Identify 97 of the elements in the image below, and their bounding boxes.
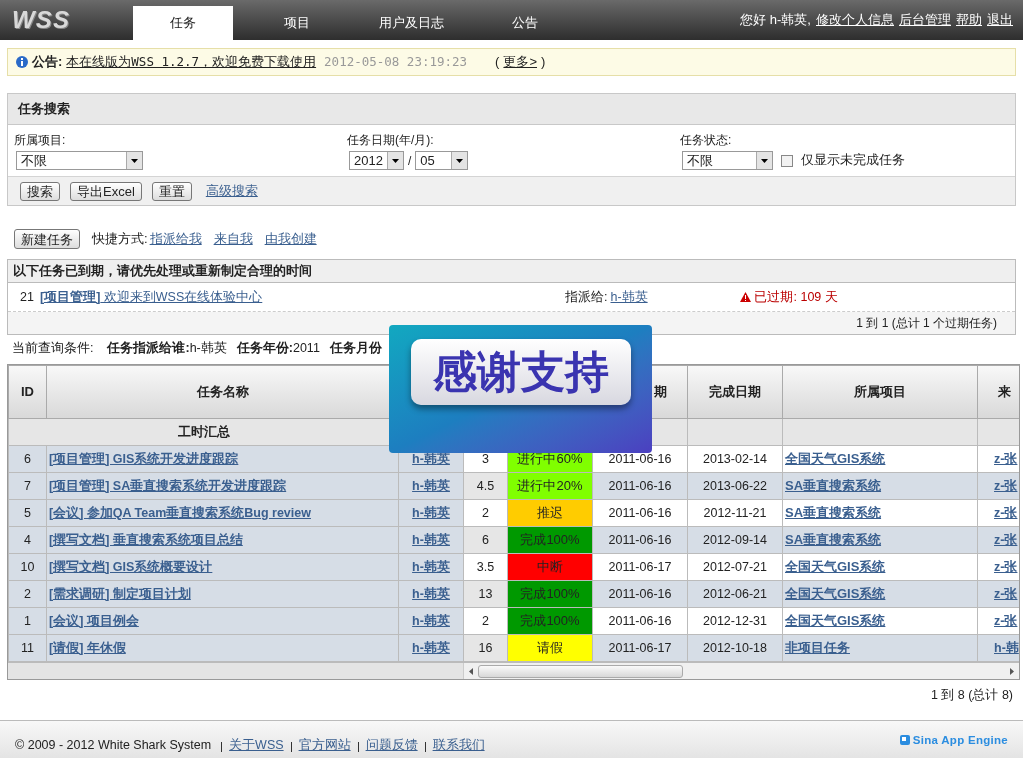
table-cell: 5 bbox=[8, 499, 47, 527]
greeting-text: 您好 h-韩英, bbox=[740, 11, 811, 30]
more-link[interactable]: 更多> bbox=[503, 52, 537, 72]
assign-label: 指派给: bbox=[565, 288, 608, 306]
scroll-thumb[interactable] bbox=[478, 664, 683, 678]
panel-title: 以下任务已到期，请优先处理或重新制定合理的时间 bbox=[13, 262, 312, 280]
year-select[interactable]: 2012 bbox=[349, 151, 404, 170]
table-cell: 2011-06-17 bbox=[592, 634, 688, 662]
table-cell: 2 bbox=[8, 580, 47, 608]
notice-link[interactable]: 本在线版为WSS 1.2.7，欢迎免费下载使用 bbox=[66, 52, 317, 72]
checkbox[interactable] bbox=[781, 154, 793, 167]
table-cell: 2012-09-14 bbox=[687, 526, 783, 554]
header-link[interactable]: 后台管理 bbox=[899, 10, 951, 30]
nav-tab[interactable]: 项目 bbox=[247, 6, 347, 40]
cloud-icon bbox=[899, 735, 910, 746]
notice-time: 2012-05-08 23:19:23 bbox=[324, 52, 468, 71]
footer-link[interactable]: 官方网站 bbox=[298, 736, 351, 755]
advanced-search-link[interactable]: 高级搜索 bbox=[205, 181, 258, 201]
status-cell: 完成100% bbox=[507, 526, 593, 554]
table-cell: 2012-10-18 bbox=[687, 634, 783, 662]
thanks-badge[interactable]: 感谢支持 bbox=[389, 325, 652, 453]
table-cell: 4 bbox=[8, 526, 47, 554]
table-cell: 2012-06-21 bbox=[687, 580, 783, 608]
shortcut-link[interactable]: 指派给我 bbox=[149, 229, 202, 249]
table-cell: 2011-06-16 bbox=[592, 580, 688, 608]
table-cell: 11 bbox=[8, 634, 47, 662]
assignee-link[interactable]: h-韩英 bbox=[610, 287, 741, 307]
status-cell: 推迟 bbox=[507, 499, 593, 527]
table-cell: 2011-06-16 bbox=[592, 526, 688, 554]
table-cell: 2012-07-21 bbox=[687, 553, 783, 581]
column-header: 所属项目 bbox=[782, 365, 978, 419]
status-cell: 中断 bbox=[507, 553, 593, 581]
checkbox-label: 仅显示未完成任务 bbox=[801, 152, 905, 170]
search-button[interactable]: 搜索 bbox=[20, 181, 60, 201]
task-link[interactable]: [会议] 项目例会 bbox=[49, 613, 139, 628]
task-id: 21 bbox=[20, 288, 35, 306]
search-button[interactable]: 重置 bbox=[151, 181, 192, 201]
field-label: 任务日期(年/月): bbox=[347, 132, 435, 149]
field-label: 所属项目: bbox=[14, 132, 67, 149]
query-label: 当前查询条件: bbox=[12, 339, 94, 357]
shortcut-link[interactable]: 由我创建 bbox=[264, 229, 317, 249]
header-link[interactable]: 退出 bbox=[987, 10, 1013, 30]
project-link[interactable]: 非项目任务 bbox=[785, 640, 850, 656]
column-header: 来 bbox=[977, 365, 1019, 419]
paren-text: ( bbox=[495, 53, 500, 72]
table-cell: 6 bbox=[8, 445, 47, 473]
field-label: 任务状态: bbox=[680, 132, 733, 149]
status-cell: 进行中20% bbox=[507, 472, 593, 500]
notice-label: 公告: bbox=[32, 53, 63, 72]
search-button[interactable]: 导出Excel bbox=[70, 181, 142, 201]
info-icon bbox=[16, 56, 28, 68]
table-cell: 2012-12-31 bbox=[687, 607, 783, 635]
table-cell: 2012-11-21 bbox=[687, 499, 783, 527]
paren-text: ) bbox=[541, 53, 546, 72]
status-cell: 完成100% bbox=[507, 580, 593, 608]
table-cell: 7 bbox=[8, 472, 47, 500]
table-cell: 2013-02-14 bbox=[687, 445, 783, 473]
panel-title: 任务搜索 bbox=[18, 100, 70, 119]
table-cell: 10 bbox=[8, 553, 47, 581]
column-header: ID bbox=[8, 365, 47, 419]
footer-link[interactable]: 问题反馈 bbox=[365, 736, 418, 755]
query-condition: 任务月份 bbox=[329, 339, 382, 357]
pager-text: 1 到 1 (总计 1 个过期任务) bbox=[856, 315, 997, 332]
nav-tab[interactable]: 用户及日志 bbox=[361, 6, 461, 40]
task-link[interactable]: [请假] 年休假 bbox=[49, 640, 126, 655]
task-link[interactable]: [项目管理] 欢迎来到WSS在线体验中心 bbox=[40, 287, 565, 307]
table-cell: 2011-06-16 bbox=[592, 472, 688, 500]
warning-icon bbox=[740, 292, 752, 302]
status-cell: 完成100% bbox=[507, 607, 593, 635]
query-condition: 任务年份:2011 bbox=[236, 339, 320, 357]
sae-badge-text: Sina App Engine bbox=[912, 732, 1008, 748]
table-cell: 1 bbox=[8, 607, 47, 635]
separator-text: / bbox=[408, 152, 412, 170]
footer-link[interactable]: 联系我们 bbox=[432, 736, 485, 755]
status-cell: 请假 bbox=[507, 634, 593, 662]
query-condition: 任务指派给谁:h-韩英 bbox=[107, 339, 227, 357]
overdue-text: 已过期: 109 天 bbox=[754, 288, 838, 306]
project-select[interactable]: 不限 bbox=[16, 151, 143, 170]
footer-link[interactable]: 关于WSS bbox=[229, 736, 284, 755]
month-select[interactable]: 05 bbox=[415, 151, 469, 170]
shortcut-link[interactable]: 来自我 bbox=[213, 229, 253, 249]
new-task-button[interactable]: 新建任务 bbox=[14, 229, 80, 249]
header-link[interactable]: 帮助 bbox=[956, 10, 982, 30]
table-cell: 2011-06-16 bbox=[592, 607, 688, 635]
copyright-text: © 2009 - 2012 White Shark System bbox=[15, 737, 212, 755]
header-link[interactable]: 修改个人信息 bbox=[816, 10, 894, 30]
nav-tab[interactable]: 任务 bbox=[133, 6, 233, 40]
table-cell: 2013-06-22 bbox=[687, 472, 783, 500]
table-cell: 2011-06-17 bbox=[592, 553, 688, 581]
pager-text: 1 到 8 (总计 8) bbox=[930, 687, 1013, 704]
status-select[interactable]: 不限 bbox=[682, 151, 773, 170]
horizontal-scrollbar[interactable] bbox=[463, 663, 1019, 679]
nav-tab[interactable]: 公告 bbox=[475, 6, 575, 40]
column-header: 完成日期 bbox=[687, 365, 783, 419]
logo: WSS bbox=[11, 5, 72, 35]
table-cell: 2011-06-16 bbox=[592, 499, 688, 527]
shortcut-label: 快捷方式: bbox=[92, 230, 148, 249]
